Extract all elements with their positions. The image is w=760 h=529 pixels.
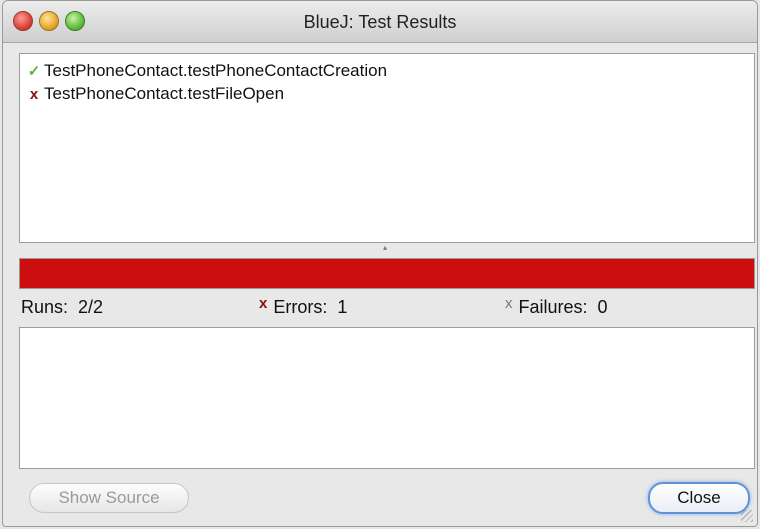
error-x-icon: x — [259, 295, 268, 312]
test-stats: Runs: 2/2 x Errors: 1 x Failures: 0 — [21, 295, 755, 319]
errors-value: 1 — [337, 297, 348, 317]
runs-stat: Runs: 2/2 — [21, 297, 103, 318]
runs-label: Runs: — [21, 297, 69, 317]
test-results-list[interactable]: ✓ TestPhoneContact.testPhoneContactCreat… — [19, 53, 755, 243]
show-source-button[interactable]: Show Source — [29, 483, 189, 513]
checkmark-icon: ✓ — [27, 63, 41, 80]
test-result-row[interactable]: ✓ TestPhoneContact.testPhoneContactCreat… — [24, 60, 387, 82]
test-progress-bar — [19, 258, 755, 289]
errors-label: Errors: — [273, 297, 328, 317]
failures-stat: x Failures: 0 — [505, 295, 608, 318]
failures-label: Failures: — [518, 297, 588, 317]
failure-x-icon: x — [505, 295, 513, 312]
progress-fill — [20, 259, 754, 288]
close-button[interactable]: Close — [648, 482, 750, 514]
resize-grip-icon[interactable] — [741, 510, 753, 522]
error-x-icon: x — [29, 85, 39, 103]
test-name: TestPhoneContact.testPhoneContactCreatio… — [44, 61, 388, 80]
splitter-handle-icon[interactable]: ▴ — [381, 244, 389, 252]
window-title: BlueJ: Test Results — [303, 12, 457, 32]
failures-value: 0 — [597, 297, 608, 317]
failure-details-pane[interactable] — [19, 327, 755, 469]
test-name: TestPhoneContact.testFileOpen — [44, 84, 285, 103]
runs-value: 2/2 — [78, 297, 104, 317]
errors-stat: x Errors: 1 — [259, 295, 348, 318]
test-results-window: BlueJ: Test Results ✓ TestPhoneContact.t… — [2, 0, 758, 527]
title-bar[interactable]: BlueJ: Test Results — [3, 1, 757, 43]
test-result-row[interactable]: x TestPhoneContact.testFileOpen — [24, 83, 284, 105]
